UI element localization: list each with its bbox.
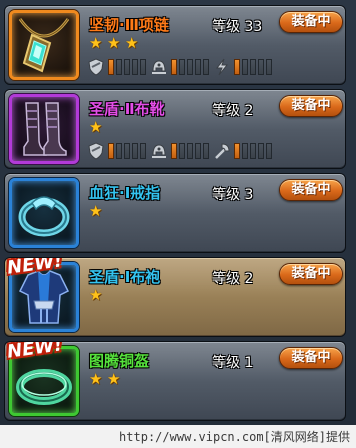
equipment-card[interactable]: 血狂·Ⅰ戒指 等级 3 装备中 ★ [4, 173, 346, 253]
equipment-card[interactable]: 圣盾·Ⅱ布靴 等级 2 装备中 ★ [4, 89, 346, 169]
stat-armor [150, 142, 209, 160]
stat-bar [171, 143, 209, 159]
star-icon: ★ [89, 286, 103, 304]
stat-bar [108, 143, 146, 159]
equipment-card[interactable]: NEW! 图腾铜盔 等级 1 装备中 ★ ★ [4, 341, 346, 421]
amulet-icon [18, 18, 70, 73]
shield-icon [88, 142, 104, 160]
stat-defense [87, 58, 146, 76]
stat-armor [150, 58, 209, 76]
equipped-button[interactable]: 装备中 [279, 95, 343, 117]
star-icon: ★ [89, 34, 103, 52]
equipped-button[interactable]: 装备中 [279, 11, 343, 33]
stat-defense [87, 142, 146, 160]
stat-attack [213, 142, 272, 160]
star-icon: ★ [89, 370, 103, 388]
star-rating: ★ ★ [89, 372, 122, 388]
star-icon: ★ [107, 370, 121, 388]
item-level: 等级 33 [212, 19, 263, 35]
item-name: 圣盾·Ⅱ布靴 [89, 100, 165, 118]
boots-icon [23, 102, 67, 156]
star-rating: ★ [89, 204, 104, 220]
item-level: 等级 2 [212, 271, 254, 287]
star-icon: ★ [107, 34, 121, 52]
shield-icon [88, 58, 104, 76]
watermark-text: http://www.vipcn.com[清风网络]提供 [119, 430, 350, 444]
item-level: 等级 3 [212, 187, 254, 203]
stat-bar [171, 59, 209, 75]
item-icon-frame[interactable] [9, 178, 79, 248]
item-level: 等级 1 [212, 355, 254, 371]
equipped-button[interactable]: 装备中 [279, 263, 343, 285]
item-icon-frame[interactable] [9, 94, 79, 164]
equipment-panel: 坚韧·Ⅲ项链 等级 33 装备中 ★ ★ ★ 圣盾·Ⅱ布靴 等级 2 装备中 ★… [0, 0, 356, 425]
stat-power [213, 58, 272, 76]
equipment-card[interactable]: NEW! 圣盾·Ⅰ布袍 等级 2 装备中 ★ [4, 257, 346, 337]
item-icon-frame[interactable] [9, 10, 79, 80]
item-level: 等级 2 [212, 103, 254, 119]
ring-icon [18, 196, 70, 237]
equipped-button[interactable]: 装备中 [279, 347, 343, 369]
item-name: 血狂·Ⅰ戒指 [89, 184, 161, 202]
item-name: 图腾铜盔 [89, 352, 150, 370]
star-rating: ★ [89, 288, 104, 304]
equipped-button[interactable]: 装备中 [279, 179, 343, 201]
helmet-icon [152, 60, 166, 74]
star-icon: ★ [89, 202, 103, 220]
stat-bar [234, 143, 272, 159]
star-rating: ★ ★ ★ [89, 36, 140, 52]
helmet-icon [152, 144, 166, 158]
star-icon: ★ [125, 34, 139, 52]
star-rating: ★ [89, 120, 104, 136]
stat-bar [108, 59, 146, 75]
axe-icon [215, 143, 230, 159]
stat-bars [87, 142, 272, 160]
stat-bar [234, 59, 272, 75]
star-icon: ★ [89, 118, 103, 136]
lightning-icon [215, 58, 229, 76]
stat-bars [87, 58, 272, 76]
equipment-card[interactable]: 坚韧·Ⅲ项链 等级 33 装备中 ★ ★ ★ [4, 5, 346, 85]
watermark-bar: http://www.vipcn.com[清风网络]提供 [0, 425, 356, 448]
item-name: 坚韧·Ⅲ项链 [89, 16, 169, 34]
item-name: 圣盾·Ⅰ布袍 [89, 268, 161, 286]
